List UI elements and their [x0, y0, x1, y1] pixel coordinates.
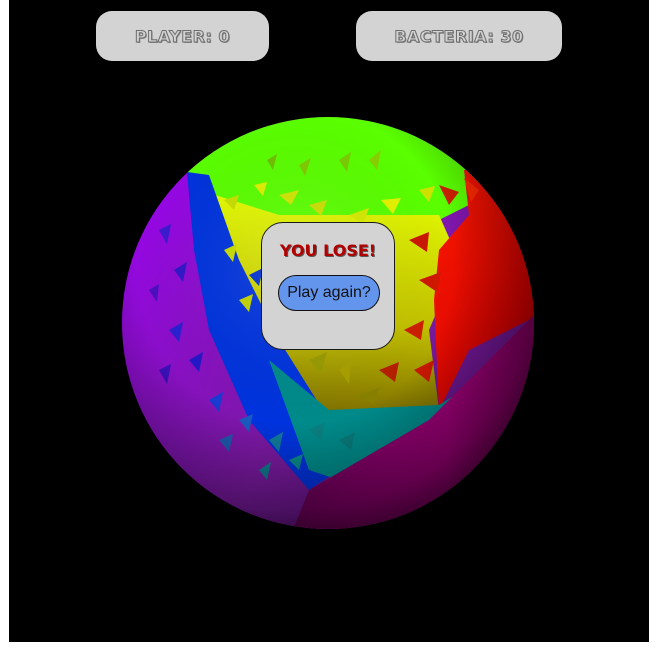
bacteria-count-box: BACTERIA: 30	[356, 11, 562, 61]
play-again-button[interactable]: Play again?	[278, 275, 380, 311]
game-over-dialog: YOU LOSE! Play again?	[261, 222, 395, 350]
bacteria-count-text: BACTERIA: 30	[394, 26, 524, 46]
player-score-text: PLAYER: 0	[134, 26, 231, 46]
player-score-box: PLAYER: 0	[96, 11, 269, 61]
you-lose-message: YOU LOSE!	[279, 241, 377, 260]
game-canvas[interactable]: PLAYER: 0 BACTERIA: 30 YOU LOSE! Play ag…	[9, 0, 649, 642]
